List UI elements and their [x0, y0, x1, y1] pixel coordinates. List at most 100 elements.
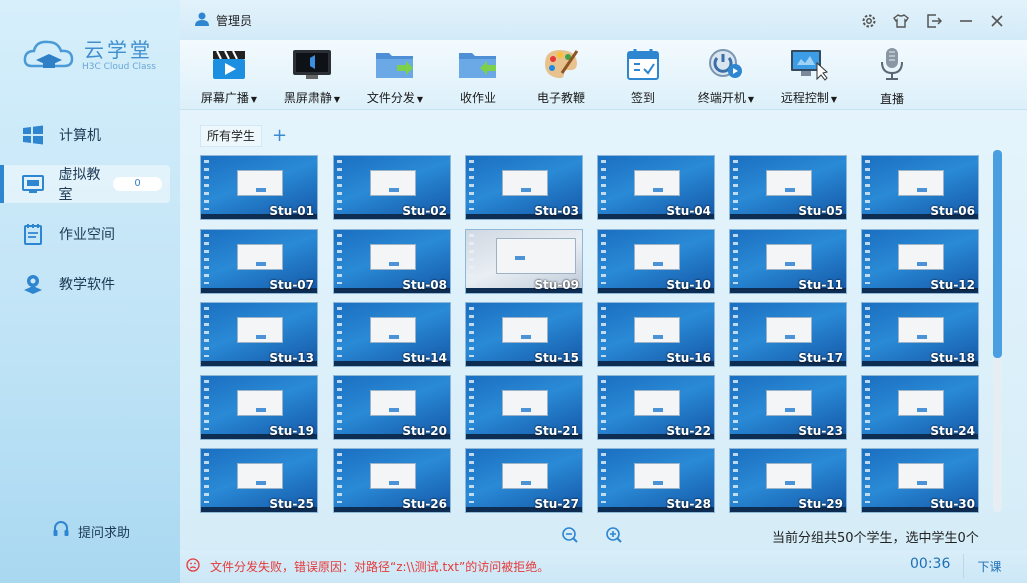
skin-shirt-icon[interactable] — [892, 12, 910, 30]
remote-control-button[interactable]: 远程控制 ▼ — [768, 46, 850, 106]
screen-window — [898, 317, 944, 343]
sidebar-item-software[interactable]: 教学软件 — [0, 265, 170, 303]
black-screen-button[interactable]: 黑屏肃静 ▼ — [271, 46, 353, 106]
desktop-icons — [469, 234, 474, 284]
student-thumbnail[interactable]: Stu-11 — [729, 229, 847, 294]
toolbar-label: 签到 — [630, 91, 655, 105]
homework-icon — [21, 222, 45, 246]
screen-broadcast-button[interactable]: 屏幕广播 ▼ — [188, 46, 270, 106]
grid-scrollbar[interactable] — [993, 150, 1002, 512]
classroom-count-badge: 0 — [113, 177, 162, 191]
screen-window — [502, 463, 548, 489]
student-thumbnail[interactable]: Stu-01 — [200, 155, 318, 220]
student-name: Stu-04 — [666, 204, 711, 218]
student-thumbnail[interactable]: Stu-14 — [333, 302, 451, 367]
tab-all-students[interactable]: 所有学生 — [200, 125, 263, 147]
help-button[interactable]: 提问求助 — [52, 520, 130, 542]
screen-window — [370, 317, 416, 343]
student-name: Stu-17 — [798, 351, 843, 365]
app-window: 云学堂 H3C Cloud Class 计算机 虚拟教室 0 作业空间 教学软件… — [0, 0, 1027, 583]
headset-icon — [52, 520, 70, 542]
screen-window — [496, 238, 576, 274]
close-icon[interactable] — [988, 12, 1006, 30]
student-name: Stu-08 — [402, 278, 447, 292]
checkin-button[interactable]: 签到 — [602, 46, 684, 106]
sidebar-item-computer[interactable]: 计算机 — [0, 116, 170, 154]
microphone-icon — [872, 46, 912, 82]
e-pointer-button[interactable]: 电子教鞭 — [520, 46, 602, 106]
student-thumbnail[interactable]: Stu-21 — [465, 375, 583, 440]
student-thumbnail[interactable]: Stu-04 — [597, 155, 715, 220]
screen-window — [237, 390, 283, 416]
student-thumbnail[interactable]: Stu-07 — [200, 229, 318, 294]
zoom-in-icon[interactable] — [605, 526, 623, 544]
student-name: Stu-28 — [666, 497, 711, 511]
screen-window — [502, 390, 548, 416]
sidebar-item-label: 计算机 — [59, 128, 101, 144]
student-thumbnail[interactable]: Stu-28 — [597, 448, 715, 513]
student-thumbnail[interactable]: Stu-08 — [333, 229, 451, 294]
user-menu[interactable]: 管理员 — [194, 11, 252, 30]
student-thumbnail[interactable]: Stu-06 — [861, 155, 979, 220]
student-thumbnail[interactable]: Stu-09 — [465, 229, 583, 294]
file-distribute-button[interactable]: 文件分发 ▼ — [354, 46, 436, 106]
student-thumbnail[interactable]: Stu-29 — [729, 448, 847, 513]
student-thumbnail[interactable]: Stu-25 — [200, 448, 318, 513]
chevron-down-icon: ▼ — [333, 95, 341, 104]
desktop-icons — [337, 307, 342, 357]
sidebar-item-homework[interactable]: 作业空间 — [0, 215, 170, 253]
add-group-button[interactable]: + — [272, 127, 287, 145]
student-thumbnail[interactable]: Stu-24 — [861, 375, 979, 440]
desktop-icons — [204, 234, 209, 284]
student-name: Stu-11 — [798, 278, 843, 292]
student-thumbnail[interactable]: Stu-19 — [200, 375, 318, 440]
student-name: Stu-03 — [534, 204, 579, 218]
student-thumbnail[interactable]: Stu-30 — [861, 448, 979, 513]
sidebar-item-label: 教学软件 — [59, 277, 115, 293]
student-thumbnail[interactable]: Stu-27 — [465, 448, 583, 513]
student-thumbnail[interactable]: Stu-15 — [465, 302, 583, 367]
palette-icon — [541, 46, 581, 81]
scrollbar-thumb[interactable] — [993, 150, 1002, 358]
student-thumbnail[interactable]: Stu-22 — [597, 375, 715, 440]
screen-window — [898, 244, 944, 270]
student-thumbnail[interactable]: Stu-05 — [729, 155, 847, 220]
desktop-icons — [733, 160, 738, 210]
student-name: Stu-05 — [798, 204, 843, 218]
live-broadcast-button[interactable]: 直播 — [851, 46, 933, 106]
student-name: Stu-29 — [798, 497, 843, 511]
zoom-out-icon[interactable] — [561, 526, 579, 544]
student-thumbnail[interactable]: Stu-03 — [465, 155, 583, 220]
group-tabs: 所有学生 + — [200, 125, 287, 147]
screen-window — [370, 244, 416, 270]
student-thumbnail[interactable]: Stu-10 — [597, 229, 715, 294]
student-thumbnail[interactable]: Stu-12 — [861, 229, 979, 294]
student-thumbnail[interactable]: Stu-17 — [729, 302, 847, 367]
student-thumbnail[interactable]: Stu-13 — [200, 302, 318, 367]
logout-icon[interactable] — [925, 12, 943, 30]
student-name: Stu-12 — [930, 278, 975, 292]
student-thumbnail[interactable]: Stu-02 — [333, 155, 451, 220]
student-thumbnail[interactable]: Stu-16 — [597, 302, 715, 367]
collect-homework-button[interactable]: 收作业 — [437, 46, 519, 106]
desktop-icons — [469, 380, 474, 430]
student-thumbnail[interactable]: Stu-26 — [333, 448, 451, 513]
broadcast-icon — [209, 46, 249, 81]
student-thumbnail[interactable]: Stu-18 — [861, 302, 979, 367]
screen-window — [634, 317, 680, 343]
cloud-logo-icon — [23, 40, 74, 68]
desktop-icons — [865, 234, 870, 284]
student-thumbnail[interactable]: Stu-23 — [729, 375, 847, 440]
student-thumbnail[interactable]: Stu-20 — [333, 375, 451, 440]
settings-gear-icon[interactable] — [860, 12, 878, 30]
terminal-power-button[interactable]: 终端开机 ▼ — [685, 46, 767, 106]
screen-window — [634, 390, 680, 416]
student-name: Stu-23 — [798, 424, 843, 438]
sidebar-item-virtual-classroom[interactable]: 虚拟教室 0 — [0, 165, 170, 203]
student-name: Stu-20 — [402, 424, 447, 438]
desktop-icons — [601, 234, 606, 284]
student-name: Stu-19 — [269, 424, 314, 438]
minimize-icon[interactable] — [957, 12, 975, 30]
sidebar: 云学堂 H3C Cloud Class 计算机 虚拟教室 0 作业空间 教学软件… — [0, 0, 180, 583]
end-class-button[interactable]: 下课 — [963, 554, 1015, 578]
